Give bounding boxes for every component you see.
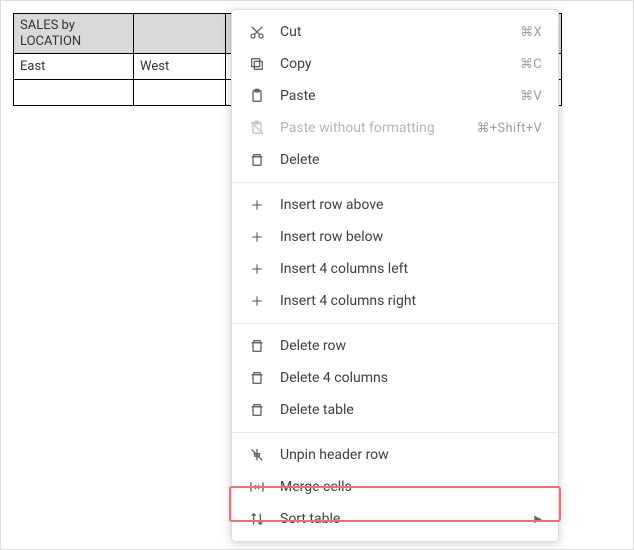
plus-icon bbox=[246, 294, 268, 308]
menu-cut[interactable]: Cut ⌘X bbox=[232, 16, 558, 48]
menu-unpin-header-row[interactable]: Unpin header row bbox=[232, 439, 558, 471]
chevron-right-icon: ▶ bbox=[534, 514, 542, 525]
menu-label: Copy bbox=[268, 56, 520, 72]
plus-icon bbox=[246, 198, 268, 212]
menu-label: Sort table bbox=[268, 511, 528, 527]
unpin-icon bbox=[246, 447, 268, 463]
plus-icon bbox=[246, 262, 268, 276]
menu-insert-cols-left[interactable]: Insert 4 columns left bbox=[232, 253, 558, 285]
menu-label: Delete table bbox=[268, 402, 542, 418]
menu-divider bbox=[232, 323, 558, 324]
menu-label: Insert row below bbox=[268, 229, 542, 245]
cell[interactable] bbox=[134, 80, 226, 106]
sort-icon bbox=[246, 511, 268, 527]
menu-label: Insert row above bbox=[268, 197, 542, 213]
menu-insert-row-below[interactable]: Insert row below bbox=[232, 221, 558, 253]
plus-icon bbox=[246, 230, 268, 244]
menu-delete-table[interactable]: Delete table bbox=[232, 394, 558, 426]
menu-label: Paste without formatting bbox=[268, 120, 476, 136]
header-col-1[interactable] bbox=[134, 14, 226, 54]
menu-paste-without-formatting[interactable]: Paste without formatting ⌘+Shift+V bbox=[232, 112, 558, 144]
cell-east[interactable]: East bbox=[14, 54, 134, 80]
menu-divider bbox=[232, 182, 558, 183]
trash-icon bbox=[246, 402, 268, 418]
cut-icon bbox=[246, 24, 268, 40]
menu-shortcut: ⌘C bbox=[520, 57, 542, 72]
menu-merge-cells[interactable]: Merge cells bbox=[232, 471, 558, 503]
paste-plain-icon bbox=[246, 120, 268, 136]
menu-label: Insert 4 columns right bbox=[268, 293, 542, 309]
trash-icon bbox=[246, 370, 268, 386]
header-sales-by-location[interactable]: SALES by LOCATION bbox=[14, 14, 134, 54]
menu-label: Insert 4 columns left bbox=[268, 261, 542, 277]
copy-icon bbox=[246, 56, 268, 72]
cell-west[interactable]: West bbox=[134, 54, 226, 80]
menu-label: Delete row bbox=[268, 338, 542, 354]
menu-insert-row-above[interactable]: Insert row above bbox=[232, 189, 558, 221]
menu-label: Unpin header row bbox=[268, 447, 542, 463]
menu-label: Merge cells bbox=[268, 479, 542, 495]
menu-shortcut: ⌘+Shift+V bbox=[476, 121, 542, 136]
menu-shortcut: ⌘X bbox=[520, 25, 542, 40]
menu-divider bbox=[232, 432, 558, 433]
trash-icon bbox=[246, 152, 268, 168]
menu-label: Cut bbox=[268, 24, 520, 40]
trash-icon bbox=[246, 338, 268, 354]
menu-label: Delete bbox=[268, 152, 542, 168]
menu-copy[interactable]: Copy ⌘C bbox=[232, 48, 558, 80]
menu-label: Delete 4 columns bbox=[268, 370, 542, 386]
menu-paste[interactable]: Paste ⌘V bbox=[232, 80, 558, 112]
menu-insert-cols-right[interactable]: Insert 4 columns right bbox=[232, 285, 558, 317]
cell[interactable] bbox=[14, 80, 134, 106]
menu-shortcut: ⌘V bbox=[520, 89, 542, 104]
merge-cells-icon bbox=[246, 479, 268, 495]
menu-label: Paste bbox=[268, 88, 520, 104]
menu-sort-table[interactable]: Sort table ▶ bbox=[232, 503, 558, 535]
menu-delete-row[interactable]: Delete row bbox=[232, 330, 558, 362]
context-menu: Cut ⌘X Copy ⌘C Paste ⌘V Paste without fo… bbox=[231, 9, 559, 542]
paste-icon bbox=[246, 88, 268, 104]
menu-delete-cols[interactable]: Delete 4 columns bbox=[232, 362, 558, 394]
menu-delete[interactable]: Delete bbox=[232, 144, 558, 176]
